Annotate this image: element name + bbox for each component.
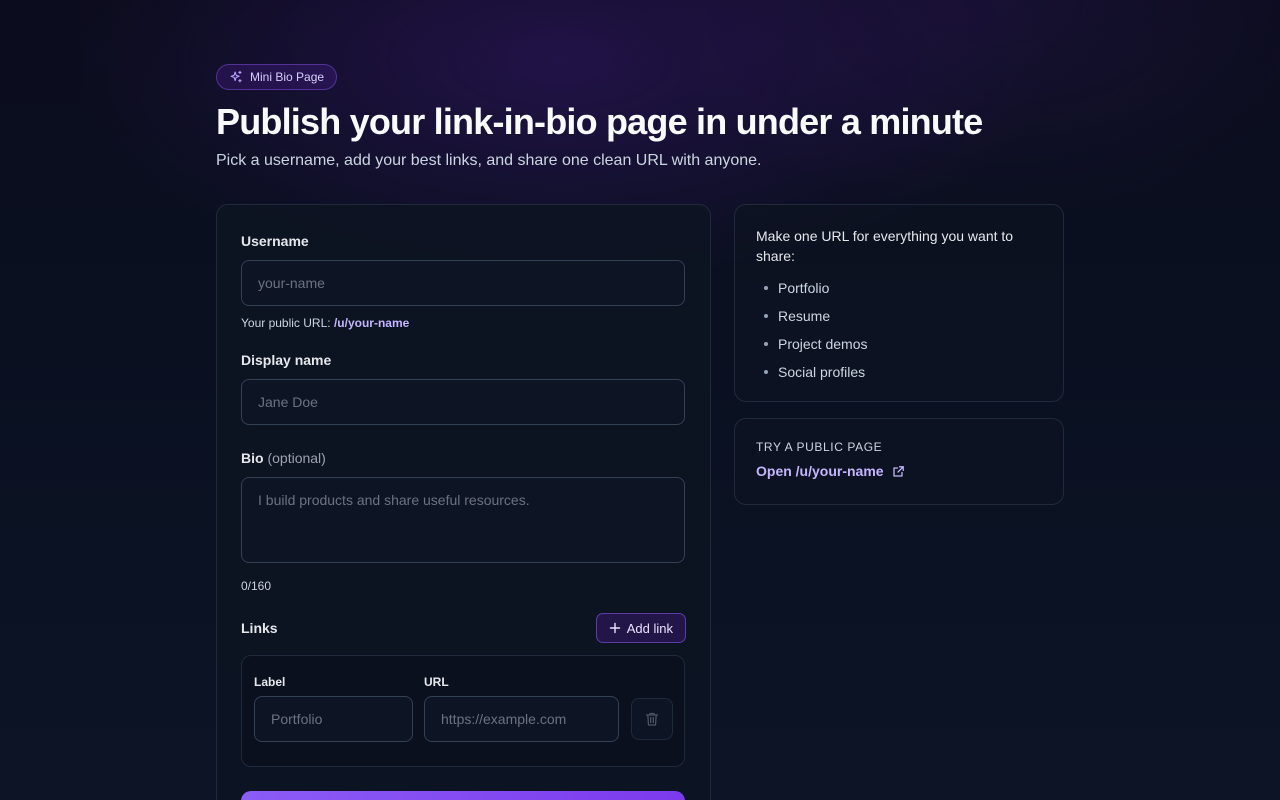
links-label: Links <box>241 620 278 637</box>
display-name-label: Display name <box>241 352 332 369</box>
external-link-icon <box>892 465 905 478</box>
bio-optional-tag: (optional) <box>267 450 326 467</box>
bio-label-text: Bio <box>241 450 264 467</box>
list-item: Portfolio <box>756 278 1043 306</box>
list-item: Project demos <box>756 334 1043 362</box>
info-card: Make one URL for everything you want to … <box>734 204 1064 403</box>
try-public-page-card: TRY A PUBLIC PAGE Open /u/your-name <box>734 418 1064 506</box>
bio-label: Bio (optional) <box>241 450 686 466</box>
sidebar: Make one URL for everything you want to … <box>734 204 1064 506</box>
bullet-dot <box>764 314 768 319</box>
bullet-dot <box>764 286 768 291</box>
link-label-header: Label <box>254 675 286 690</box>
badge-label: Mini Bio Page <box>250 70 325 84</box>
bio-form-card: Username Your public URL: /u/your-name D… <box>216 204 711 800</box>
info-intro: Make one URL for everything you want to … <box>756 228 1014 265</box>
public-url-hint: Your public URL: /u/your-name <box>241 316 686 330</box>
list-item-text: Portfolio <box>778 280 830 297</box>
page-subtitle: Pick a username, add your best links, an… <box>216 152 762 170</box>
publish-button[interactable] <box>241 791 685 800</box>
list-item: Social profiles <box>756 362 1043 390</box>
page-title: Publish your link-in-bio page in under a… <box>216 101 983 142</box>
links-header: Links Add link <box>241 613 686 644</box>
open-link-label: Open /u/your-name <box>756 463 884 480</box>
username-input[interactable] <box>241 260 685 307</box>
link-label-input[interactable] <box>254 696 413 743</box>
list-item: Resume <box>756 306 1043 334</box>
bullet-dot <box>764 370 768 375</box>
display-name-input[interactable] <box>241 379 685 426</box>
bio-textarea[interactable] <box>241 477 685 564</box>
page-container: Mini Bio Page Publish your link-in-bio p… <box>216 64 1064 800</box>
page-badge: Mini Bio Page <box>216 64 338 90</box>
try-eyebrow: TRY A PUBLIC PAGE <box>756 440 883 455</box>
link-url-header: URL <box>424 675 449 690</box>
link-url-input[interactable] <box>424 696 619 743</box>
link-row: Label URL <box>241 655 685 768</box>
sparkles-icon <box>229 70 243 84</box>
info-list: Portfolio Resume Project demos Social pr… <box>756 278 1043 390</box>
list-item-text: Resume <box>778 308 831 325</box>
add-link-label: Add link <box>626 620 673 636</box>
username-label: Username <box>241 233 309 250</box>
public-url-value: /u/your-name <box>333 316 410 331</box>
list-item-text: Social profiles <box>778 364 866 381</box>
plus-icon <box>609 622 621 634</box>
bullet-dot <box>764 342 768 347</box>
open-public-page-link[interactable]: Open /u/your-name <box>756 463 905 479</box>
bio-char-counter: 0/160 <box>241 579 272 594</box>
trash-icon <box>644 711 660 727</box>
public-url-prefix: Your public URL: <box>241 316 334 331</box>
add-link-button[interactable]: Add link <box>595 613 686 644</box>
list-item-text: Project demos <box>778 336 868 353</box>
delete-link-button[interactable] <box>631 698 673 741</box>
